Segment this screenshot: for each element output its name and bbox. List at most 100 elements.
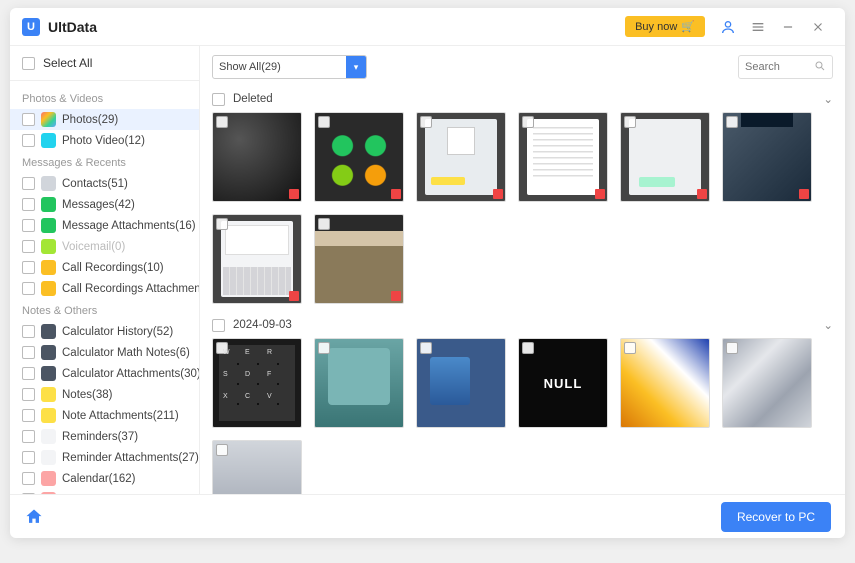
content-area: Show All(29) ▾ Deleted ⌄ 2024-09-03 ⌄ WERSDF… xyxy=(200,46,845,494)
sidebar-item[interactable]: Contacts(51) xyxy=(10,173,199,194)
content-toolbar: Show All(29) ▾ xyxy=(200,46,845,88)
buy-now-button[interactable]: Buy now 🛒 xyxy=(625,16,705,37)
recover-button[interactable]: Recover to PC xyxy=(721,502,831,532)
sidebar-item[interactable]: Message Attachments(16) xyxy=(10,215,199,236)
photo-thumb[interactable] xyxy=(314,214,404,304)
sidebar-item-checkbox[interactable] xyxy=(22,325,35,338)
sidebar-item[interactable]: Note Attachments(211) xyxy=(10,405,199,426)
sidebar-item-label: Calculator Math Notes(6) xyxy=(62,347,190,359)
thumb-checkbox[interactable] xyxy=(624,342,636,354)
thumb-checkbox[interactable] xyxy=(420,116,432,128)
sidebar-item-checkbox[interactable] xyxy=(22,451,35,464)
photo-thumb[interactable] xyxy=(416,112,506,202)
menu-icon[interactable] xyxy=(747,16,769,38)
photo-thumb[interactable] xyxy=(416,338,506,428)
sidebar-item[interactable]: Call Recordings Attachment... xyxy=(10,278,199,299)
select-all-label: Select All xyxy=(43,56,92,70)
sidebar-item-label: Reminder Attachments(27) xyxy=(62,452,199,464)
photo-thumb[interactable] xyxy=(314,112,404,202)
thumb-checkbox[interactable] xyxy=(216,444,228,456)
sidebar-item-checkbox[interactable] xyxy=(22,430,35,443)
sidebar-item-label: Calculator History(52) xyxy=(62,326,173,338)
photo-thumb[interactable] xyxy=(314,338,404,428)
section-header[interactable]: 2024-09-03 ⌄ xyxy=(212,314,833,338)
thumb-checkbox[interactable] xyxy=(318,116,330,128)
sidebar-item[interactable]: Messages(42) xyxy=(10,194,199,215)
thumb-row xyxy=(212,112,833,304)
category-icon xyxy=(41,408,56,423)
sidebar-item[interactable]: Photo Video(12) xyxy=(10,130,199,151)
photo-thumb[interactable] xyxy=(722,338,812,428)
filter-dropdown[interactable]: Show All(29) ▾ xyxy=(212,55,367,79)
sidebar-item[interactable]: Calendar(162) xyxy=(10,468,199,489)
sidebar-item-checkbox[interactable] xyxy=(22,472,35,485)
sidebar-item[interactable]: Calculator History(52) xyxy=(10,321,199,342)
sidebar-item[interactable]: Calculator Attachments(30) xyxy=(10,363,199,384)
sidebar-item-label: Call Recordings(10) xyxy=(62,262,164,274)
user-icon[interactable] xyxy=(717,16,739,38)
sidebar-item-checkbox[interactable] xyxy=(22,240,35,253)
sidebar-item-checkbox[interactable] xyxy=(22,219,35,232)
section-title: 2024-09-03 xyxy=(233,319,292,331)
select-all-row[interactable]: Select All xyxy=(10,46,199,81)
section-checkbox[interactable] xyxy=(212,319,225,332)
thumb-checkbox[interactable] xyxy=(522,116,534,128)
photo-thumb[interactable] xyxy=(722,112,812,202)
sidebar-item-label: Photo Video(12) xyxy=(62,135,145,147)
section-checkbox[interactable] xyxy=(212,93,225,106)
gallery[interactable]: Deleted ⌄ 2024-09-03 ⌄ WERSDFXCV NULL xyxy=(200,88,845,494)
sidebar-item[interactable]: Notes(38) xyxy=(10,384,199,405)
photo-thumb[interactable] xyxy=(518,112,608,202)
photo-thumb[interactable]: NULL xyxy=(518,338,608,428)
thumb-checkbox[interactable] xyxy=(318,342,330,354)
thumb-row: WERSDFXCV NULL xyxy=(212,338,833,494)
sidebar-item-checkbox[interactable] xyxy=(22,261,35,274)
sidebar-item[interactable]: Calculator Math Notes(6) xyxy=(10,342,199,363)
minimize-icon[interactable] xyxy=(777,16,799,38)
photo-thumb[interactable] xyxy=(620,112,710,202)
sidebar-item[interactable]: Reminders(37) xyxy=(10,426,199,447)
sidebar-item[interactable]: Reminder Attachments(27) xyxy=(10,447,199,468)
thumb-checkbox[interactable] xyxy=(318,218,330,230)
sidebar-item-checkbox[interactable] xyxy=(22,367,35,380)
chevron-down-icon[interactable]: ⌄ xyxy=(823,318,833,332)
section-header[interactable]: Deleted ⌄ xyxy=(212,88,833,112)
close-icon[interactable] xyxy=(807,16,829,38)
photo-thumb[interactable] xyxy=(212,214,302,304)
chevron-down-icon[interactable]: ⌄ xyxy=(823,92,833,106)
sidebar-item-checkbox[interactable] xyxy=(22,409,35,422)
sidebar-item-checkbox[interactable] xyxy=(22,346,35,359)
buy-now-label: Buy now xyxy=(635,21,677,33)
home-icon[interactable] xyxy=(24,507,44,527)
section-title: Deleted xyxy=(233,93,273,105)
sidebar-item[interactable]: Photos(29) xyxy=(10,109,199,130)
sidebar-item-checkbox[interactable] xyxy=(22,282,35,295)
select-all-checkbox[interactable] xyxy=(22,57,35,70)
photo-thumb[interactable]: WERSDFXCV xyxy=(212,338,302,428)
photo-thumb[interactable] xyxy=(212,440,302,494)
sidebar-item-checkbox[interactable] xyxy=(22,134,35,147)
thumb-checkbox[interactable] xyxy=(624,116,636,128)
sidebar-item[interactable]: Voicemail(0) xyxy=(10,236,199,257)
category-icon xyxy=(41,239,56,254)
thumb-checkbox[interactable] xyxy=(216,116,228,128)
photo-thumb[interactable] xyxy=(212,112,302,202)
sidebar-item-label: Call Recordings Attachment... xyxy=(62,283,199,295)
search-input[interactable] xyxy=(745,61,810,73)
thumb-checkbox[interactable] xyxy=(726,116,738,128)
category-icon xyxy=(41,345,56,360)
category-icon xyxy=(41,197,56,212)
search-box[interactable] xyxy=(738,55,833,79)
sidebar-item-checkbox[interactable] xyxy=(22,177,35,190)
sidebar-item-checkbox[interactable] xyxy=(22,388,35,401)
titlebar: U UltData Buy now 🛒 xyxy=(10,8,845,46)
sidebar-item[interactable]: Call Recordings(10) xyxy=(10,257,199,278)
thumb-checkbox[interactable] xyxy=(420,342,432,354)
thumb-checkbox[interactable] xyxy=(216,218,228,230)
thumb-checkbox[interactable] xyxy=(522,342,534,354)
sidebar-list[interactable]: Photos & VideosPhotos(29)Photo Video(12)… xyxy=(10,81,199,494)
sidebar-item-checkbox[interactable] xyxy=(22,113,35,126)
thumb-checkbox[interactable] xyxy=(726,342,738,354)
sidebar-item-checkbox[interactable] xyxy=(22,198,35,211)
photo-thumb[interactable] xyxy=(620,338,710,428)
